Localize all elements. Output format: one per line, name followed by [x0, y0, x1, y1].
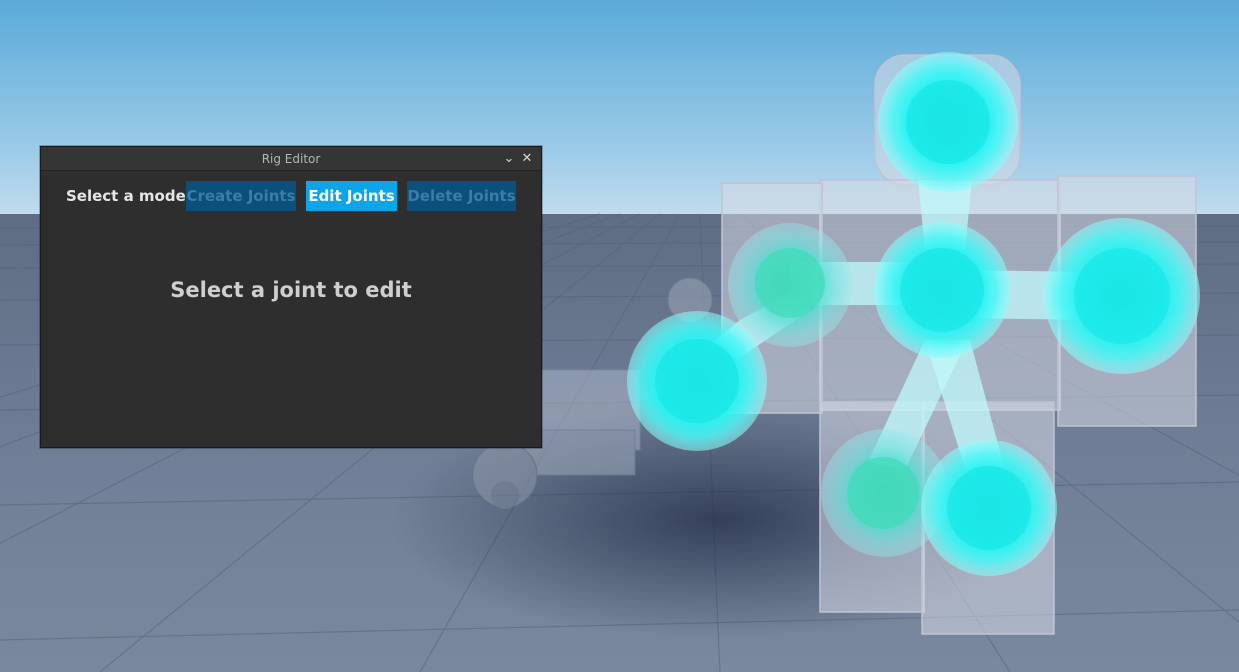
create-joints-button[interactable]: Create Joints — [186, 181, 296, 211]
rig-editor-window: Rig Editor ⌄ ✕ Select a mode: Create Joi… — [40, 146, 542, 448]
title-bar[interactable]: Rig Editor ⌄ ✕ — [41, 147, 541, 171]
select-joint-message: Select a joint to edit — [170, 278, 412, 302]
mode-label: Select a mode: — [66, 187, 192, 205]
edit-joints-button[interactable]: Edit Joints — [306, 181, 397, 211]
delete-joints-button[interactable]: Delete Joints — [407, 181, 516, 211]
window-title: Rig Editor — [261, 152, 321, 166]
chevron-down-icon[interactable]: ⌄ — [501, 150, 517, 168]
mode-selector: Select a mode: Create Joints Edit Joints… — [41, 181, 541, 211]
close-icon[interactable]: ✕ — [519, 150, 535, 168]
